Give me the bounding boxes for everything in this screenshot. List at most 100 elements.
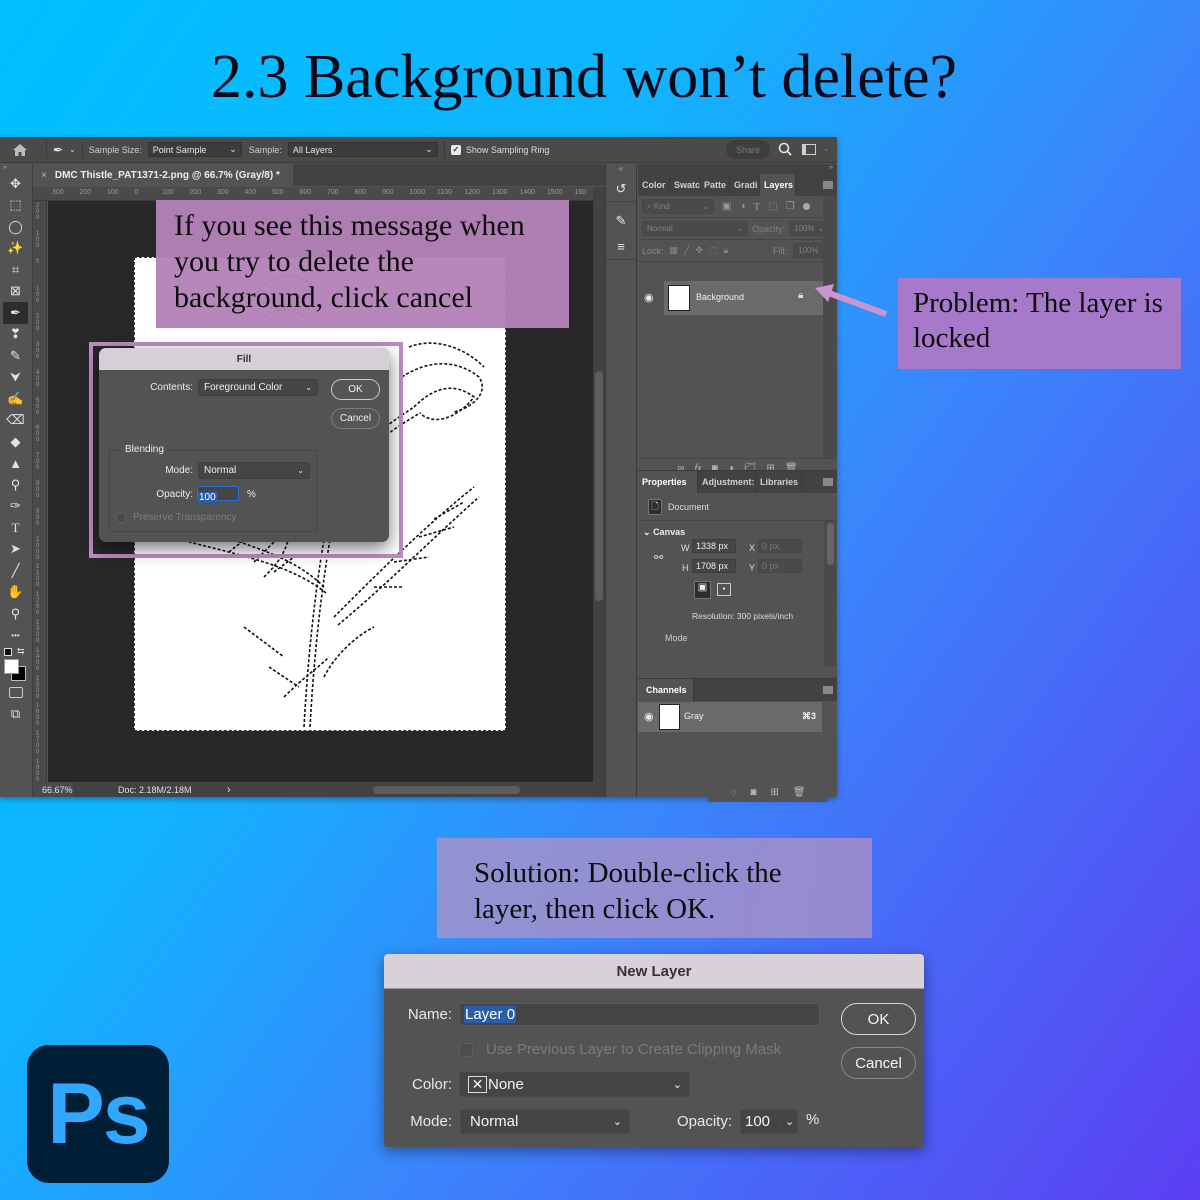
new-layer-cancel-button[interactable]: Cancel [841, 1047, 916, 1079]
filter-shape-icon[interactable]: ⬚ [768, 201, 777, 212]
show-sampling-ring-checkbox[interactable]: ✓ Show Sampling Ring [450, 144, 549, 155]
magic-wand-tool[interactable]: ✨ [0, 238, 31, 260]
chevron-down-icon[interactable]: ⌄ [781, 1115, 794, 1128]
sample-size-select[interactable]: Point Sample ⌄ [147, 142, 242, 157]
visibility-eye-icon[interactable]: ◉ [644, 710, 654, 723]
type-tool[interactable]: T [0, 517, 31, 539]
lock-position-icon[interactable]: ✥ [695, 245, 703, 256]
lock-image-icon[interactable]: ╱ [684, 245, 689, 256]
brush-tool[interactable]: ✎ [0, 345, 31, 367]
paint-bucket-tool[interactable]: ◆ [0, 431, 31, 453]
screen-mode-button[interactable]: ⧉ [0, 704, 31, 726]
hand-tool[interactable]: ✋ [0, 582, 31, 604]
panel-menu-icon[interactable] [823, 478, 833, 486]
close-tab-button[interactable]: × [41, 170, 47, 181]
eraser-tool[interactable]: ⌫ [0, 410, 31, 432]
foreground-color-swatch[interactable] [4, 659, 19, 674]
horizontal-scrollbar[interactable] [373, 786, 520, 794]
portrait-orientation-button[interactable]: ▣ [694, 581, 711, 599]
tab-patte[interactable]: Patte [700, 174, 730, 196]
filter-kind-select[interactable]: ⌕ Kind ⌄ [642, 199, 714, 214]
tab-libraries[interactable]: Libraries [756, 471, 802, 493]
expand-toolbar-icon[interactable]: » [0, 164, 32, 173]
contents-select[interactable]: Foreground Color ⌄ [198, 379, 318, 396]
history-panel-button[interactable]: ↺ [606, 176, 636, 202]
tab-layers[interactable]: Layers [760, 174, 796, 196]
document-tab[interactable]: × DMC Thistle_PAT1371-2.png @ 66.7% (Gra… [33, 164, 293, 186]
panel-menu-icon[interactable] [823, 181, 833, 189]
lasso-tool[interactable]: ◯ [0, 216, 31, 238]
home-button[interactable] [0, 143, 40, 156]
lock-transparent-icon[interactable]: ▦ [670, 245, 679, 256]
layers-scrollbar[interactable] [823, 196, 837, 458]
tab-channels[interactable]: Channels [638, 679, 694, 701]
blend-mode-select[interactable]: Normal ⌄ [642, 221, 748, 236]
load-selection-icon[interactable]: ◌ [730, 787, 736, 798]
more-tools[interactable]: ••• [0, 625, 31, 647]
channel-row-gray[interactable]: ◉ Gray ⌘3 [638, 702, 822, 732]
canvas-height-field[interactable]: 1708 px [692, 559, 736, 573]
history-brush-tool[interactable]: ✍ [0, 388, 31, 410]
zoom-level[interactable]: 66.67% [33, 782, 73, 797]
landscape-orientation-button[interactable]: ▪ [717, 583, 731, 596]
layer-mode-select[interactable]: Normal ⌄ [460, 1109, 630, 1134]
properties-scrollbar[interactable] [824, 521, 836, 666]
new-channel-icon[interactable]: ⊞ [770, 787, 778, 798]
healing-brush-tool[interactable]: ❣ [0, 324, 31, 346]
fill-cancel-button[interactable]: Cancel [331, 408, 380, 429]
brush-settings-button[interactable]: ✎ [606, 208, 636, 234]
tab-color[interactable]: Color [638, 174, 670, 196]
marquee-tool[interactable]: ⬚ [0, 195, 31, 217]
filter-toggle[interactable] [802, 203, 810, 210]
save-selection-icon[interactable]: ◙ [750, 787, 756, 798]
lock-all-icon[interactable]: 🔒︎ [724, 245, 729, 256]
clone-stamp-tool[interactable]: ⮟ [0, 367, 31, 389]
zoom-tool[interactable]: ⚲ [0, 603, 31, 625]
adjustments-button[interactable]: ≡ [606, 234, 636, 260]
filter-pixel-icon[interactable]: ▣ [722, 201, 731, 212]
new-layer-ok-button[interactable]: OK [841, 1003, 916, 1035]
tab-swatc[interactable]: Swatc [670, 174, 700, 196]
layer-name-input[interactable]: Layer 0 [459, 1003, 820, 1026]
pen-tool[interactable]: ✑ [0, 496, 31, 518]
tab-gradi[interactable]: Gradi [730, 174, 760, 196]
vertical-scrollbar[interactable] [593, 187, 605, 787]
scrollbar-thumb[interactable] [595, 371, 603, 601]
frame-tool[interactable]: ⊠ [0, 281, 31, 303]
clipping-mask-checkbox[interactable]: Use Previous Layer to Create Clipping Ma… [459, 1041, 781, 1058]
visibility-eye-icon[interactable]: ◉ [644, 291, 654, 304]
blur-tool[interactable]: ▲ [0, 453, 31, 475]
search-button[interactable] [778, 142, 792, 158]
layer-row-background[interactable]: ◉ Background 🔒︎ [638, 281, 823, 315]
quick-mask-button[interactable] [0, 682, 31, 704]
panel-menu-icon[interactable] [823, 686, 833, 694]
line-tool[interactable]: ╱ [0, 560, 31, 582]
sample-select[interactable]: All Layers ⌄ [287, 142, 438, 157]
link-dimensions-icon[interactable]: ⚯ [654, 551, 663, 564]
layer-opacity-field[interactable]: 100 ⌄ [740, 1109, 798, 1134]
fill-ok-button[interactable]: OK [331, 379, 380, 400]
layer-lock-icon[interactable]: 🔒︎ [798, 290, 803, 301]
filter-smart-object-icon[interactable]: ❐ [786, 201, 795, 212]
filter-type-icon[interactable]: T [754, 201, 761, 213]
path-selection-tool[interactable]: ➤ [0, 539, 31, 561]
dodge-tool[interactable]: ⚲ [0, 474, 31, 496]
tab-adjustment[interactable]: Adjustment: [698, 471, 756, 493]
status-menu-arrow[interactable]: › [213, 784, 231, 796]
canvas-width-field[interactable]: 1338 px [692, 539, 736, 553]
opacity-field[interactable]: 100 [197, 486, 239, 503]
preserve-transparency-checkbox[interactable]: Preserve Transparency [116, 512, 236, 523]
crop-tool[interactable]: ⌗ [0, 259, 31, 281]
layer-color-select[interactable]: ✕ None ⌄ [459, 1072, 690, 1097]
swap-colors-icon[interactable]: ⇆ [17, 646, 25, 657]
tool-preset-picker[interactable]: ✒ ⌄ [53, 143, 76, 157]
panel-expand-icon[interactable]: » [638, 164, 837, 174]
canvas-section-header[interactable]: ⌄ Canvas [643, 527, 685, 538]
eyedropper-tool[interactable]: ✒ [3, 302, 28, 324]
filter-adjustment-icon[interactable]: ◑ [739, 201, 745, 212]
workspace-button[interactable] [802, 144, 816, 157]
lock-artboard-icon[interactable]: ⬚ [709, 245, 718, 256]
mode-select[interactable]: Normal ⌄ [198, 462, 310, 479]
tab-properties[interactable]: Properties [638, 471, 698, 493]
delete-channel-icon[interactable]: 🗑︎ [793, 787, 806, 798]
